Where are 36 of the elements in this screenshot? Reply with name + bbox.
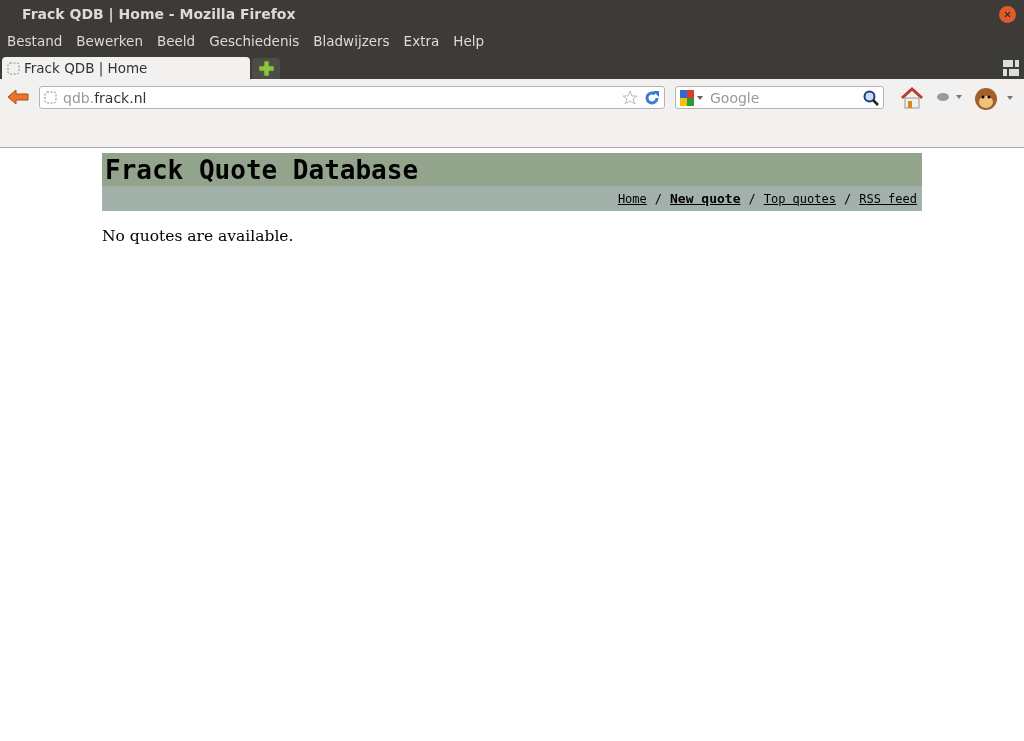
search-placeholder: Google — [710, 89, 761, 106]
search-icon[interactable] — [863, 89, 879, 106]
browser-tab[interactable]: Frack QDB | Home — [2, 57, 250, 79]
menu-item[interactable]: Beeld — [156, 33, 196, 49]
reload-icon[interactable] — [644, 89, 660, 106]
nav-link[interactable]: Top quotes — [763, 191, 836, 206]
site-title: Frack Quote Database — [105, 154, 419, 185]
plus-icon — [258, 61, 274, 76]
tab-title: Frack QDB | Home — [24, 60, 148, 76]
monkey-icon[interactable] — [974, 86, 1014, 112]
search-engine-icon[interactable] — [680, 89, 704, 106]
menu-item[interactable]: Geschiedenis — [209, 33, 300, 49]
blank-page-icon — [44, 91, 57, 104]
nav-link[interactable]: Home — [617, 191, 647, 206]
back-arrow-icon[interactable] — [7, 88, 29, 106]
close-icon — [1004, 10, 1011, 18]
new-tab-button[interactable] — [252, 58, 280, 79]
menu-item[interactable]: Bestand — [7, 33, 63, 49]
blank-page-icon — [7, 61, 20, 75]
home-icon[interactable] — [900, 86, 924, 110]
window-title: Frack QDB | Home - Mozilla Firefox — [22, 6, 296, 22]
empty-message: No quotes are available. — [102, 227, 295, 245]
menu-item[interactable]: Bewerken — [76, 33, 143, 49]
menu-item[interactable]: Bladwijzers — [313, 33, 390, 49]
address-field[interactable]: qdb.frack.nl — [39, 86, 665, 109]
menu-item[interactable]: Extra — [403, 33, 440, 49]
separator: / — [843, 191, 852, 206]
menu-item[interactable]: Help — [453, 33, 485, 49]
close-button[interactable] — [999, 5, 1016, 23]
tab-groups-icon[interactable] — [1003, 60, 1019, 76]
separator: / — [748, 191, 756, 206]
star-icon[interactable] — [622, 89, 638, 106]
separator: / — [654, 191, 663, 206]
nav-link[interactable]: RSS feed — [859, 191, 917, 206]
nav-link[interactable]: New quote — [670, 191, 741, 206]
address-text: qdb.frack.nl — [63, 89, 148, 106]
